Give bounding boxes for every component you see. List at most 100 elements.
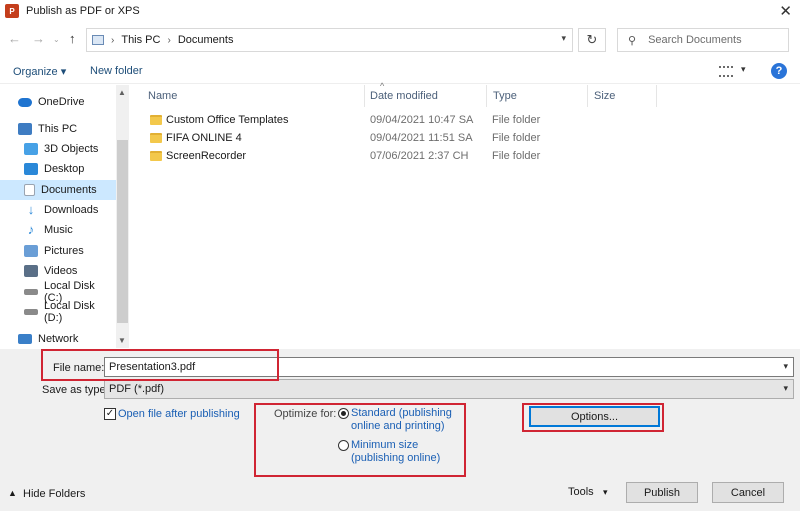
view-options-icon[interactable]: [719, 66, 733, 77]
refresh-button[interactable]: ↻: [578, 28, 606, 52]
table-row[interactable]: ScreenRecorder 07/06/2021 2:37 CH File f…: [130, 148, 800, 166]
column-divider[interactable]: [656, 85, 657, 107]
tools-dropdown-icon[interactable]: ▾: [603, 487, 608, 498]
title-bar: P Publish as PDF or XPS ✕: [0, 0, 800, 22]
column-divider[interactable]: [587, 85, 588, 107]
publish-button[interactable]: Publish: [626, 482, 698, 503]
computer-icon: [18, 123, 32, 135]
file-type: File folder: [492, 150, 541, 162]
column-header-name[interactable]: Name: [148, 90, 177, 102]
scroll-down-arrow-icon[interactable]: ▼: [118, 336, 126, 345]
search-input[interactable]: ⚲ Search Documents: [617, 28, 789, 52]
column-divider[interactable]: [364, 85, 365, 107]
column-header-type[interactable]: Type: [493, 90, 517, 102]
column-divider[interactable]: [486, 85, 487, 107]
sidebar-item-downloads[interactable]: ↓ Downloads: [0, 200, 116, 220]
column-header-date-modified[interactable]: Date modified: [370, 90, 438, 102]
sidebar-item-network[interactable]: Network: [0, 329, 116, 349]
videos-icon: [24, 265, 38, 277]
address-bar[interactable]: › This PC › Documents ▾: [86, 28, 573, 52]
sidebar-item-label: Documents: [41, 184, 97, 196]
back-arrow-icon[interactable]: ←: [8, 31, 21, 46]
close-icon[interactable]: ✕: [779, 2, 792, 20]
new-folder-button[interactable]: New folder: [90, 65, 143, 77]
download-icon: ↓: [27, 202, 35, 217]
optimize-for-label: Optimize for:: [274, 408, 337, 420]
hide-folders-button[interactable]: Hide Folders: [23, 488, 85, 500]
sidebar-item-label: Music: [44, 224, 73, 236]
options-button-label: Options...: [570, 410, 619, 423]
sidebar-item-local-disk-c[interactable]: Local Disk (C:): [0, 280, 116, 304]
sidebar-item-label: Network: [38, 333, 79, 345]
table-row[interactable]: FIFA ONLINE 4 09/04/2021 11:51 SA File f…: [130, 130, 800, 148]
search-placeholder: Search Documents: [648, 34, 742, 46]
file-date: 07/06/2021 2:37 CH: [370, 150, 469, 162]
sidebar-item-pictures[interactable]: Pictures: [0, 241, 116, 261]
up-arrow-icon[interactable]: ↑: [69, 31, 76, 46]
save-as-type-value: PDF (*.pdf): [109, 383, 165, 395]
powerpoint-app-icon: P: [5, 4, 19, 18]
save-options-panel: File name: Presentation3.pdf ▾ Save as t…: [0, 349, 800, 511]
view-dropdown-icon[interactable]: ▾: [741, 64, 746, 75]
file-name: ScreenRecorder: [166, 150, 247, 162]
breadcrumb-documents[interactable]: Documents: [178, 34, 234, 46]
sidebar-item-this-pc[interactable]: This PC: [0, 119, 116, 139]
publish-button-label: Publish: [643, 486, 681, 499]
sidebar-item-videos[interactable]: Videos: [0, 261, 116, 281]
file-date: 09/04/2021 11:51 SA: [370, 132, 473, 144]
file-type: File folder: [492, 114, 541, 126]
sidebar-item-music[interactable]: ♪ Music: [0, 220, 116, 240]
sidebar-item-documents[interactable]: Documents: [0, 180, 116, 200]
breadcrumb-this-pc[interactable]: This PC: [121, 34, 160, 46]
optimize-minimum-label-line1[interactable]: Minimum size: [351, 439, 418, 451]
file-type: File folder: [492, 132, 541, 144]
save-as-type-select[interactable]: PDF (*.pdf) ▾: [104, 379, 794, 399]
help-button[interactable]: ?: [771, 63, 787, 79]
sidebar-item-label: 3D Objects: [44, 143, 99, 155]
file-name-input[interactable]: Presentation3.pdf ▾: [104, 357, 794, 377]
breadcrumb-separator-icon: ›: [167, 34, 171, 46]
open-after-publishing-label[interactable]: Open file after publishing: [118, 408, 240, 420]
desktop-icon: [24, 163, 38, 175]
file-name: FIFA ONLINE 4: [166, 132, 242, 144]
sidebar-item-desktop[interactable]: Desktop: [0, 159, 116, 179]
folder-icon: [150, 133, 162, 143]
chevron-down-icon: ▾: [783, 383, 788, 393]
sidebar-item-local-disk-d[interactable]: Local Disk (D:): [0, 300, 116, 324]
search-icon: ⚲: [628, 34, 637, 47]
table-row[interactable]: Custom Office Templates 09/04/2021 10:47…: [130, 112, 800, 130]
sidebar-item-onedrive[interactable]: OneDrive: [0, 92, 116, 112]
organize-button[interactable]: Organize ▾: [13, 65, 66, 78]
address-row: ← → ⌄ ↑ › This PC › Documents ▾ ↻ ⚲ Sear…: [0, 28, 800, 52]
column-header-size[interactable]: Size: [594, 90, 615, 102]
cube-icon: [24, 143, 38, 155]
open-after-publishing-checkbox[interactable]: ✓: [104, 408, 116, 420]
sidebar-item-3d-objects[interactable]: 3D Objects: [0, 139, 116, 159]
music-icon: ♪: [27, 222, 35, 237]
tools-button[interactable]: Tools: [568, 486, 594, 498]
sidebar-scroll-thumb[interactable]: [117, 140, 128, 323]
recent-locations-chevron-icon[interactable]: ⌄: [53, 35, 60, 44]
options-button[interactable]: Options...: [529, 406, 660, 427]
file-name: Custom Office Templates: [166, 114, 289, 126]
cancel-button[interactable]: Cancel: [712, 482, 784, 503]
pictures-icon: [24, 245, 38, 257]
optimize-standard-label-line2[interactable]: online and printing): [351, 420, 445, 432]
optimize-standard-label-line1[interactable]: Standard (publishing: [351, 407, 452, 419]
drive-icon: [24, 289, 38, 295]
forward-arrow-icon[interactable]: →: [32, 31, 45, 46]
optimize-minimum-radio[interactable]: [338, 440, 349, 451]
optimize-standard-radio[interactable]: [338, 408, 349, 419]
file-date: 09/04/2021 10:47 SA: [370, 114, 474, 126]
sidebar-item-label: Pictures: [44, 245, 84, 257]
scroll-up-arrow-icon[interactable]: ▲: [118, 88, 126, 97]
cloud-icon: [18, 97, 32, 107]
hide-folders-caret-icon[interactable]: ▲: [8, 488, 17, 498]
file-name-value: Presentation3.pdf: [109, 361, 196, 373]
refresh-icon: ↻: [586, 32, 598, 47]
address-dropdown-icon[interactable]: ▾: [561, 33, 566, 44]
folder-icon: [150, 115, 162, 125]
optimize-minimum-label-line2[interactable]: (publishing online): [351, 452, 440, 464]
drive-icon: [24, 309, 38, 315]
file-name-dropdown-icon[interactable]: ▾: [783, 361, 788, 372]
